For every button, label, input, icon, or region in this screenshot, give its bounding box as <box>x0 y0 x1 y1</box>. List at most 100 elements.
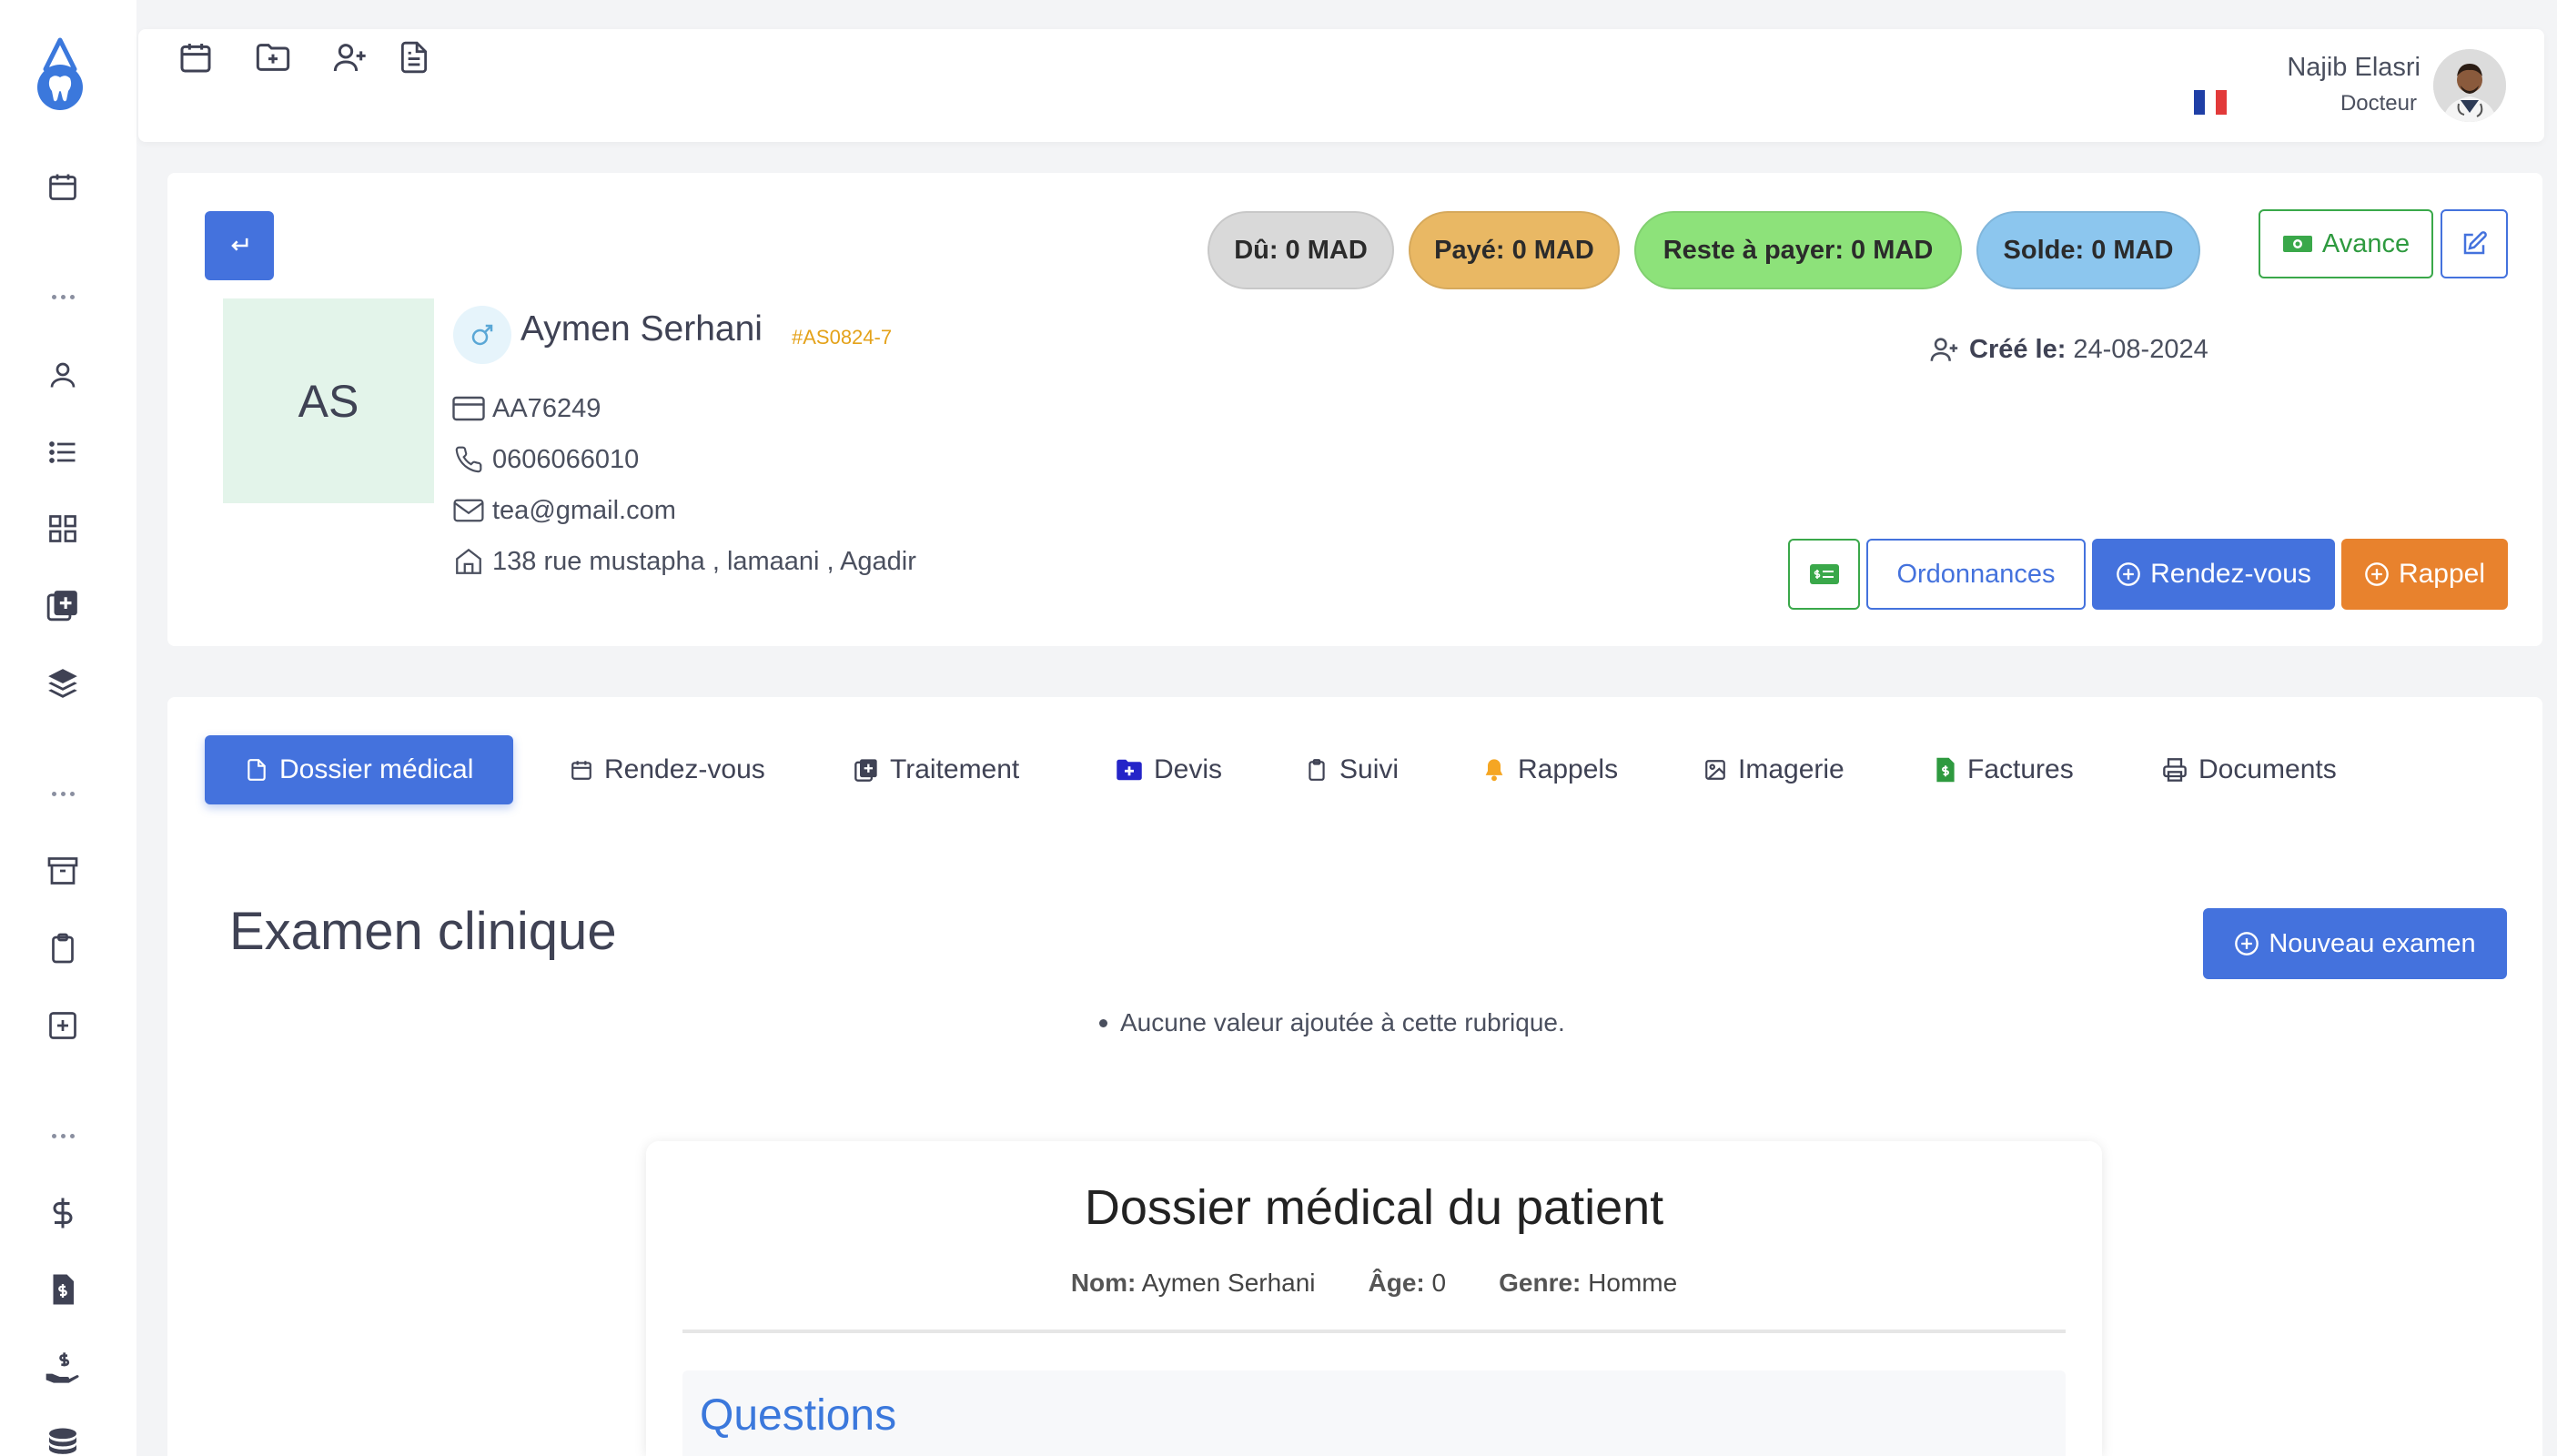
list-icon[interactable] <box>38 428 87 477</box>
tab-label: Suivi <box>1339 754 1400 784</box>
tab-imagerie[interactable]: Imagerie <box>1703 735 1844 804</box>
clipboard-icon[interactable] <box>38 924 87 973</box>
tab-dossier-medical[interactable]: Dossier médical <box>205 735 514 804</box>
tab-label: Devis <box>1154 754 1223 784</box>
user-plus-icon <box>1927 334 1962 365</box>
app-logo[interactable] <box>33 36 87 113</box>
tab-devis[interactable]: Devis <box>1116 735 1222 804</box>
section-title: Examen clinique <box>229 902 617 961</box>
male-icon <box>453 306 511 364</box>
record-divider <box>682 1330 2066 1333</box>
questions-title: Questions <box>700 1391 897 1440</box>
plus-circle-icon <box>2365 562 2389 586</box>
file-icon <box>248 759 266 781</box>
grid-icon[interactable] <box>38 504 87 553</box>
archive-icon[interactable] <box>38 846 87 895</box>
coins-icon[interactable] <box>38 1420 87 1456</box>
tab-factures[interactable]: Factures <box>1935 735 2074 804</box>
patient-id-value: AA76249 <box>492 393 601 423</box>
tab-label: Imagerie <box>1738 754 1844 784</box>
mail-icon <box>452 494 485 527</box>
balance-paye-pill: Payé: 0 MAD <box>1409 211 1620 289</box>
record-age-value: 0 <box>1431 1269 1447 1297</box>
plus-circle-icon <box>2235 932 2259 956</box>
plus-circle-icon <box>2117 562 2140 586</box>
calendar-icon[interactable] <box>173 35 218 80</box>
tab-rappels[interactable]: Rappels <box>1481 735 1618 804</box>
id-card-icon <box>452 392 485 425</box>
france-flag-icon[interactable] <box>2194 90 2227 115</box>
sidebar <box>0 0 136 1456</box>
section-dots <box>38 1127 87 1145</box>
tab-label: Traitement <box>890 754 1020 784</box>
calendar-icon[interactable] <box>38 162 87 211</box>
folder-plus-icon <box>1117 759 1142 781</box>
tab-label: Documents <box>2198 754 2337 784</box>
invoice-icon[interactable] <box>38 1265 87 1314</box>
record-meta: Nom: Aymen Serhani Âge: 0 Genre: Homme <box>646 1269 2102 1298</box>
tab-suivi[interactable]: Suivi <box>1305 735 1399 804</box>
record-gender-label: Genre: <box>1499 1269 1582 1297</box>
bell-icon <box>1485 759 1503 782</box>
payment-card-button[interactable] <box>1788 539 1860 610</box>
new-exam-label: Nouveau examen <box>2269 928 2476 958</box>
patient-address-value: 138 rue mustapha , lamaani , Agadir <box>492 546 916 576</box>
tab-label: Dossier médical <box>279 754 474 784</box>
patient-phone-value: 0606066010 <box>492 444 640 474</box>
tab-traitement[interactable]: Traitement <box>854 735 1019 804</box>
topbar <box>138 29 2544 142</box>
tab-label: Factures <box>1967 754 2074 784</box>
plus-square-icon[interactable] <box>38 1001 87 1050</box>
dollar-icon[interactable] <box>38 1188 87 1238</box>
record-gender-value: Homme <box>1588 1269 1678 1297</box>
clipboard-icon <box>1309 759 1325 781</box>
user-icon[interactable] <box>38 350 87 399</box>
empty-message-text: Aucune valeur ajoutée à cette rubrique. <box>1120 1008 1565 1036</box>
record-gender: Genre: Homme <box>1499 1269 1677 1298</box>
avatar[interactable] <box>2433 49 2506 122</box>
patient-email-value: tea@gmail.com <box>492 495 676 525</box>
edit-button[interactable] <box>2441 209 2508 278</box>
tab-documents[interactable]: Documents <box>2162 735 2337 804</box>
avance-label: Avance <box>2321 228 2410 258</box>
hand-dollar-icon[interactable] <box>38 1343 87 1392</box>
user-name: Najib Elasri <box>2287 53 2421 82</box>
bullet-icon <box>1099 1018 1107 1027</box>
layers-icon[interactable] <box>38 659 87 708</box>
patient-email: tea@gmail.com <box>452 492 676 529</box>
tab-rendez-vous[interactable]: Rendez-vous <box>570 735 765 804</box>
new-exam-button[interactable]: Nouveau examen <box>2203 908 2507 979</box>
record-age-label: Âge: <box>1368 1269 1425 1297</box>
printer-icon <box>2163 758 2187 782</box>
record-name-value: Aymen Serhani <box>1141 1269 1316 1297</box>
rappel-button[interactable]: Rappel <box>2341 539 2508 610</box>
created-date: Créé le: 24-08-2024 <box>1927 331 2208 368</box>
rendez-vous-button[interactable]: Rendez-vous <box>2092 539 2335 610</box>
patient-name: Aymen Serhani <box>520 309 763 349</box>
record-title: Dossier médical du patient <box>1084 1180 1664 1235</box>
phone-icon <box>452 443 485 476</box>
medical-copy-icon[interactable] <box>38 581 87 630</box>
document-icon[interactable] <box>391 35 437 80</box>
folder-plus-icon[interactable] <box>250 35 296 80</box>
balance-du-pill: Dû: 0 MAD <box>1208 211 1394 289</box>
calendar-icon <box>571 761 591 780</box>
rappel-label: Rappel <box>2398 559 2486 589</box>
image-icon <box>1705 760 1725 780</box>
back-button[interactable] <box>205 211 274 280</box>
record-age: Âge: 0 <box>1369 1269 1447 1298</box>
record-name: Nom: Aymen Serhani <box>1071 1269 1316 1298</box>
created-value: 24-08-2024 <box>2073 334 2208 364</box>
cash-icon <box>2282 236 2312 252</box>
invoice-icon <box>1936 757 1955 783</box>
ordonnances-button[interactable]: Ordonnances <box>1866 539 2086 610</box>
medical-copy-icon <box>854 759 877 782</box>
user-plus-icon[interactable] <box>328 35 373 80</box>
section-dots <box>38 288 87 306</box>
rendez-vous-label: Rendez-vous <box>2150 559 2311 589</box>
edit-icon <box>2463 231 2487 255</box>
balance-solde-pill: Solde: 0 MAD <box>1976 211 2200 289</box>
tab-label: Rendez-vous <box>604 754 765 784</box>
balance-reste-pill: Reste à payer: 0 MAD <box>1634 211 1962 289</box>
avance-button[interactable]: Avance <box>2259 209 2433 278</box>
